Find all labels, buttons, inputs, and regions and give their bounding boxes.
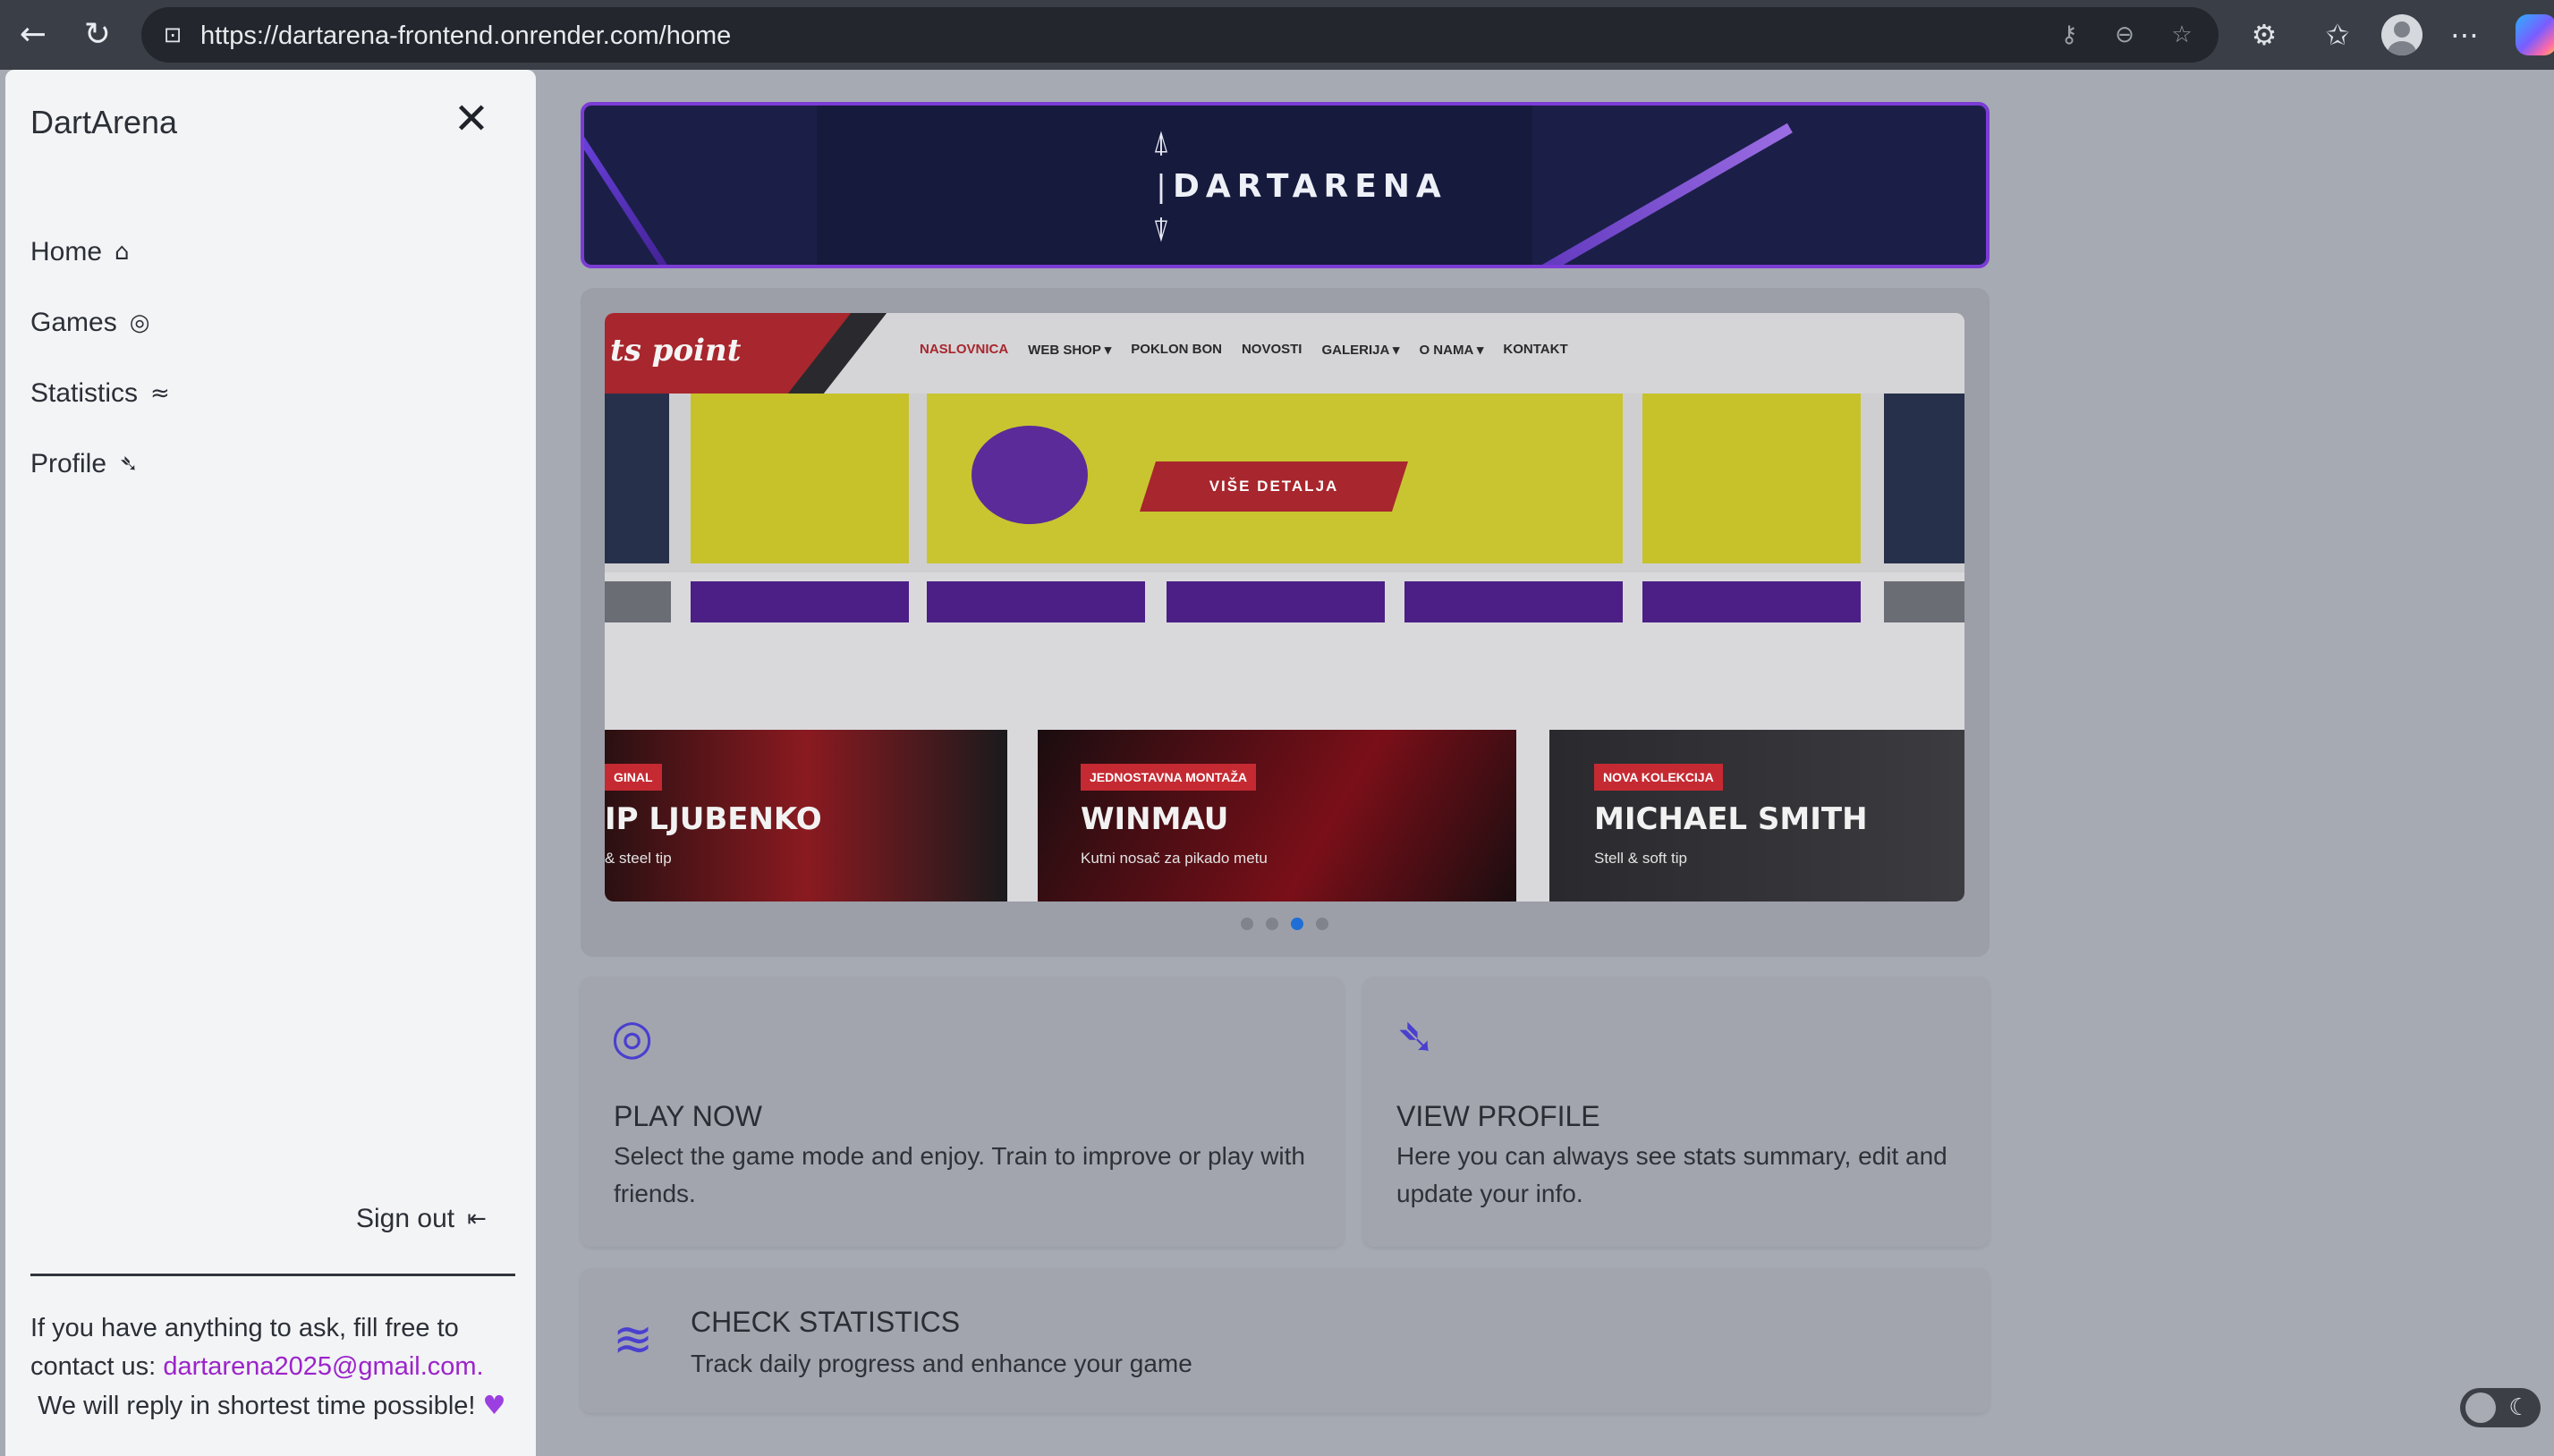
check-statistics-card[interactable]: ≋ CHECK STATISTICS Track daily progress …: [581, 1268, 1990, 1413]
sidebar-item-profile[interactable]: Profile ➴: [30, 441, 139, 487]
promo-title: MICHAEL SMITH: [1594, 801, 1868, 837]
slide-nav-item: KONTAKT: [1503, 342, 1568, 357]
view-profile-card[interactable]: ➴ VIEW PROFILE Here you can always see s…: [1363, 977, 1990, 1247]
carousel-dot-1[interactable]: [1241, 918, 1253, 930]
sidebar-item-label: Home: [30, 237, 103, 267]
card-description: Select the game mode and enjoy. Train to…: [614, 1142, 1305, 1207]
slide-nav-item: NASLOVNICA: [920, 342, 1009, 357]
slide-nav-item: POKLON BON: [1131, 342, 1222, 357]
target-icon: ◎: [129, 309, 150, 336]
promo-tag: NOVA KOLEKCIJA: [1594, 764, 1723, 791]
sidebar-item-label: Games: [30, 308, 117, 337]
more-menu-icon[interactable]: ⋯: [2442, 13, 2487, 57]
image-carousel[interactable]: ts point NASLOVNICA WEB SHOP ▾ POKLON BO…: [581, 288, 1990, 957]
banner-title: DARTARENA: [1173, 168, 1447, 205]
hero-details-button: VIŠE DETALJA: [1140, 461, 1408, 512]
sign-out-icon: ⇤: [467, 1206, 487, 1232]
copilot-icon[interactable]: [2516, 14, 2554, 55]
slide-site-header: ts point NASLOVNICA WEB SHOP ▾ POKLON BO…: [605, 313, 1964, 394]
key-icon[interactable]: ⚷: [2052, 18, 2086, 52]
contact-text: If you have anything to ask, fill free t…: [30, 1309, 518, 1426]
card-title: PLAY NOW: [614, 1100, 762, 1132]
carousel-dot-4[interactable]: [1316, 918, 1328, 930]
carousel-dot-2[interactable]: [1266, 918, 1278, 930]
sidebar-item-games[interactable]: Games ◎: [30, 300, 149, 346]
card-description: Track daily progress and enhance your ga…: [691, 1350, 1192, 1377]
theme-toggle[interactable]: ☾: [2460, 1388, 2541, 1427]
contact-email-link[interactable]: dartarena2025@gmail.com.: [163, 1352, 483, 1381]
chart-lines-icon: ≋: [613, 1311, 654, 1367]
carousel-indicators: [1241, 918, 1328, 930]
thumbnail-tile: [1642, 581, 1861, 622]
promo-card: JEDNOSTAVNA MONTAŽA WINMAU Kutni nosač z…: [1038, 730, 1516, 902]
thumbnail-tile: [691, 581, 909, 622]
carousel-slide[interactable]: ts point NASLOVNICA WEB SHOP ▾ POKLON BO…: [605, 313, 1964, 902]
moon-icon: ☾: [2508, 1394, 2530, 1421]
slide-nav-item: NOVOSTI: [1241, 342, 1302, 357]
promo-title: IP LJUBENKO: [605, 801, 822, 837]
home-icon: ⌂: [115, 239, 130, 266]
slide-hero-strip: VIŠE DETALJA: [605, 394, 1964, 572]
play-now-card[interactable]: ◎ PLAY NOW Select the game mode and enjo…: [581, 977, 1344, 1247]
reload-icon[interactable]: ↻: [75, 13, 120, 57]
divider: [30, 1274, 515, 1276]
chart-lines-icon: ≈: [150, 380, 170, 407]
hero-main-tile: VIŠE DETALJA: [927, 394, 1623, 563]
hero-tile: [1642, 394, 1861, 563]
target-icon: ◎: [611, 1009, 654, 1065]
address-bar[interactable]: ⊡ https://dartarena-frontend.onrender.co…: [141, 7, 2219, 63]
carousel-dot-3[interactable]: [1291, 918, 1303, 930]
dartarena-banner: ⍋ | ⍒ DARTARENA: [581, 102, 1990, 268]
browser-toolbar: ← ↻ ⊡ https://dartarena-frontend.onrende…: [0, 0, 2554, 70]
promo-title: WINMAU: [1081, 801, 1229, 837]
sign-out-button[interactable]: Sign out ⇤: [356, 1204, 487, 1234]
thumbnail-tile: [1884, 581, 1964, 622]
promo-tag: GINAL: [605, 764, 662, 791]
sidebar-item-label: Statistics: [30, 378, 139, 408]
heart-icon: ♥: [482, 1390, 506, 1420]
card-title: VIEW PROFILE: [1396, 1100, 1600, 1132]
sidebar: DartArena ✕ Home ⌂ Games ◎ Statistics ≈ …: [5, 70, 536, 1456]
favorite-star-icon[interactable]: ☆: [2165, 18, 2199, 52]
back-icon[interactable]: ←: [11, 13, 55, 57]
hero-tile: [691, 394, 909, 563]
thumbnail-tile: [1167, 581, 1385, 622]
sidebar-item-statistics[interactable]: Statistics ≈: [30, 370, 170, 417]
extensions-icon[interactable]: ⚙: [2242, 13, 2287, 57]
promo-card: GINAL IP LJUBENKO & steel tip: [605, 730, 1007, 902]
dart-icon: ➴: [1396, 1009, 1437, 1065]
favorites-icon[interactable]: ✩: [2315, 13, 2360, 57]
sidebar-item-home[interactable]: Home ⌂: [30, 229, 130, 275]
card-description: Here you can always see stats summary, e…: [1396, 1142, 1947, 1207]
slide-site-nav: NASLOVNICA WEB SHOP ▾ POKLON BON NOVOSTI…: [920, 342, 1568, 358]
dart-icon: ➴: [119, 451, 139, 478]
zoom-icon[interactable]: ⊖: [2108, 18, 2142, 52]
promo-tag: JEDNOSTAVNA MONTAŽA: [1081, 764, 1257, 791]
brand-title: DartArena: [30, 104, 178, 140]
promo-subtitle: Kutni nosač za pikado metu: [1081, 850, 1268, 867]
lock-icon[interactable]: ⊡: [157, 20, 188, 50]
hero-emblem: [972, 426, 1088, 524]
sign-out-label: Sign out: [356, 1204, 455, 1233]
hero-tile: [1884, 394, 1964, 563]
banner-light-streak: [584, 106, 691, 265]
hero-tile: [605, 394, 669, 563]
promo-subtitle: Stell & soft tip: [1594, 850, 1687, 867]
contact-suffix: We will reply in shortest time possible!: [38, 1392, 476, 1420]
thumbnail-tile: [1404, 581, 1623, 622]
profile-avatar-icon[interactable]: [2381, 14, 2422, 55]
slide-nav-item: GALERIJA ▾: [1321, 343, 1400, 358]
close-icon[interactable]: ✕: [447, 95, 496, 143]
thumbnail-tile: [605, 581, 671, 622]
slide-site-logo-text: ts point: [610, 333, 742, 368]
sidebar-item-label: Profile: [30, 449, 107, 478]
slide-nav-item: WEB SHOP ▾: [1028, 343, 1112, 358]
thumbnail-tile: [927, 581, 1145, 622]
promo-card: NOVA KOLEKCIJA MICHAEL SMITH Stell & sof…: [1549, 730, 1964, 902]
url-text[interactable]: https://dartarena-frontend.onrender.com/…: [200, 21, 731, 51]
promo-subtitle: & steel tip: [605, 850, 672, 867]
slide-nav-item: O NAMA ▾: [1419, 343, 1484, 358]
card-title: CHECK STATISTICS: [691, 1306, 961, 1338]
